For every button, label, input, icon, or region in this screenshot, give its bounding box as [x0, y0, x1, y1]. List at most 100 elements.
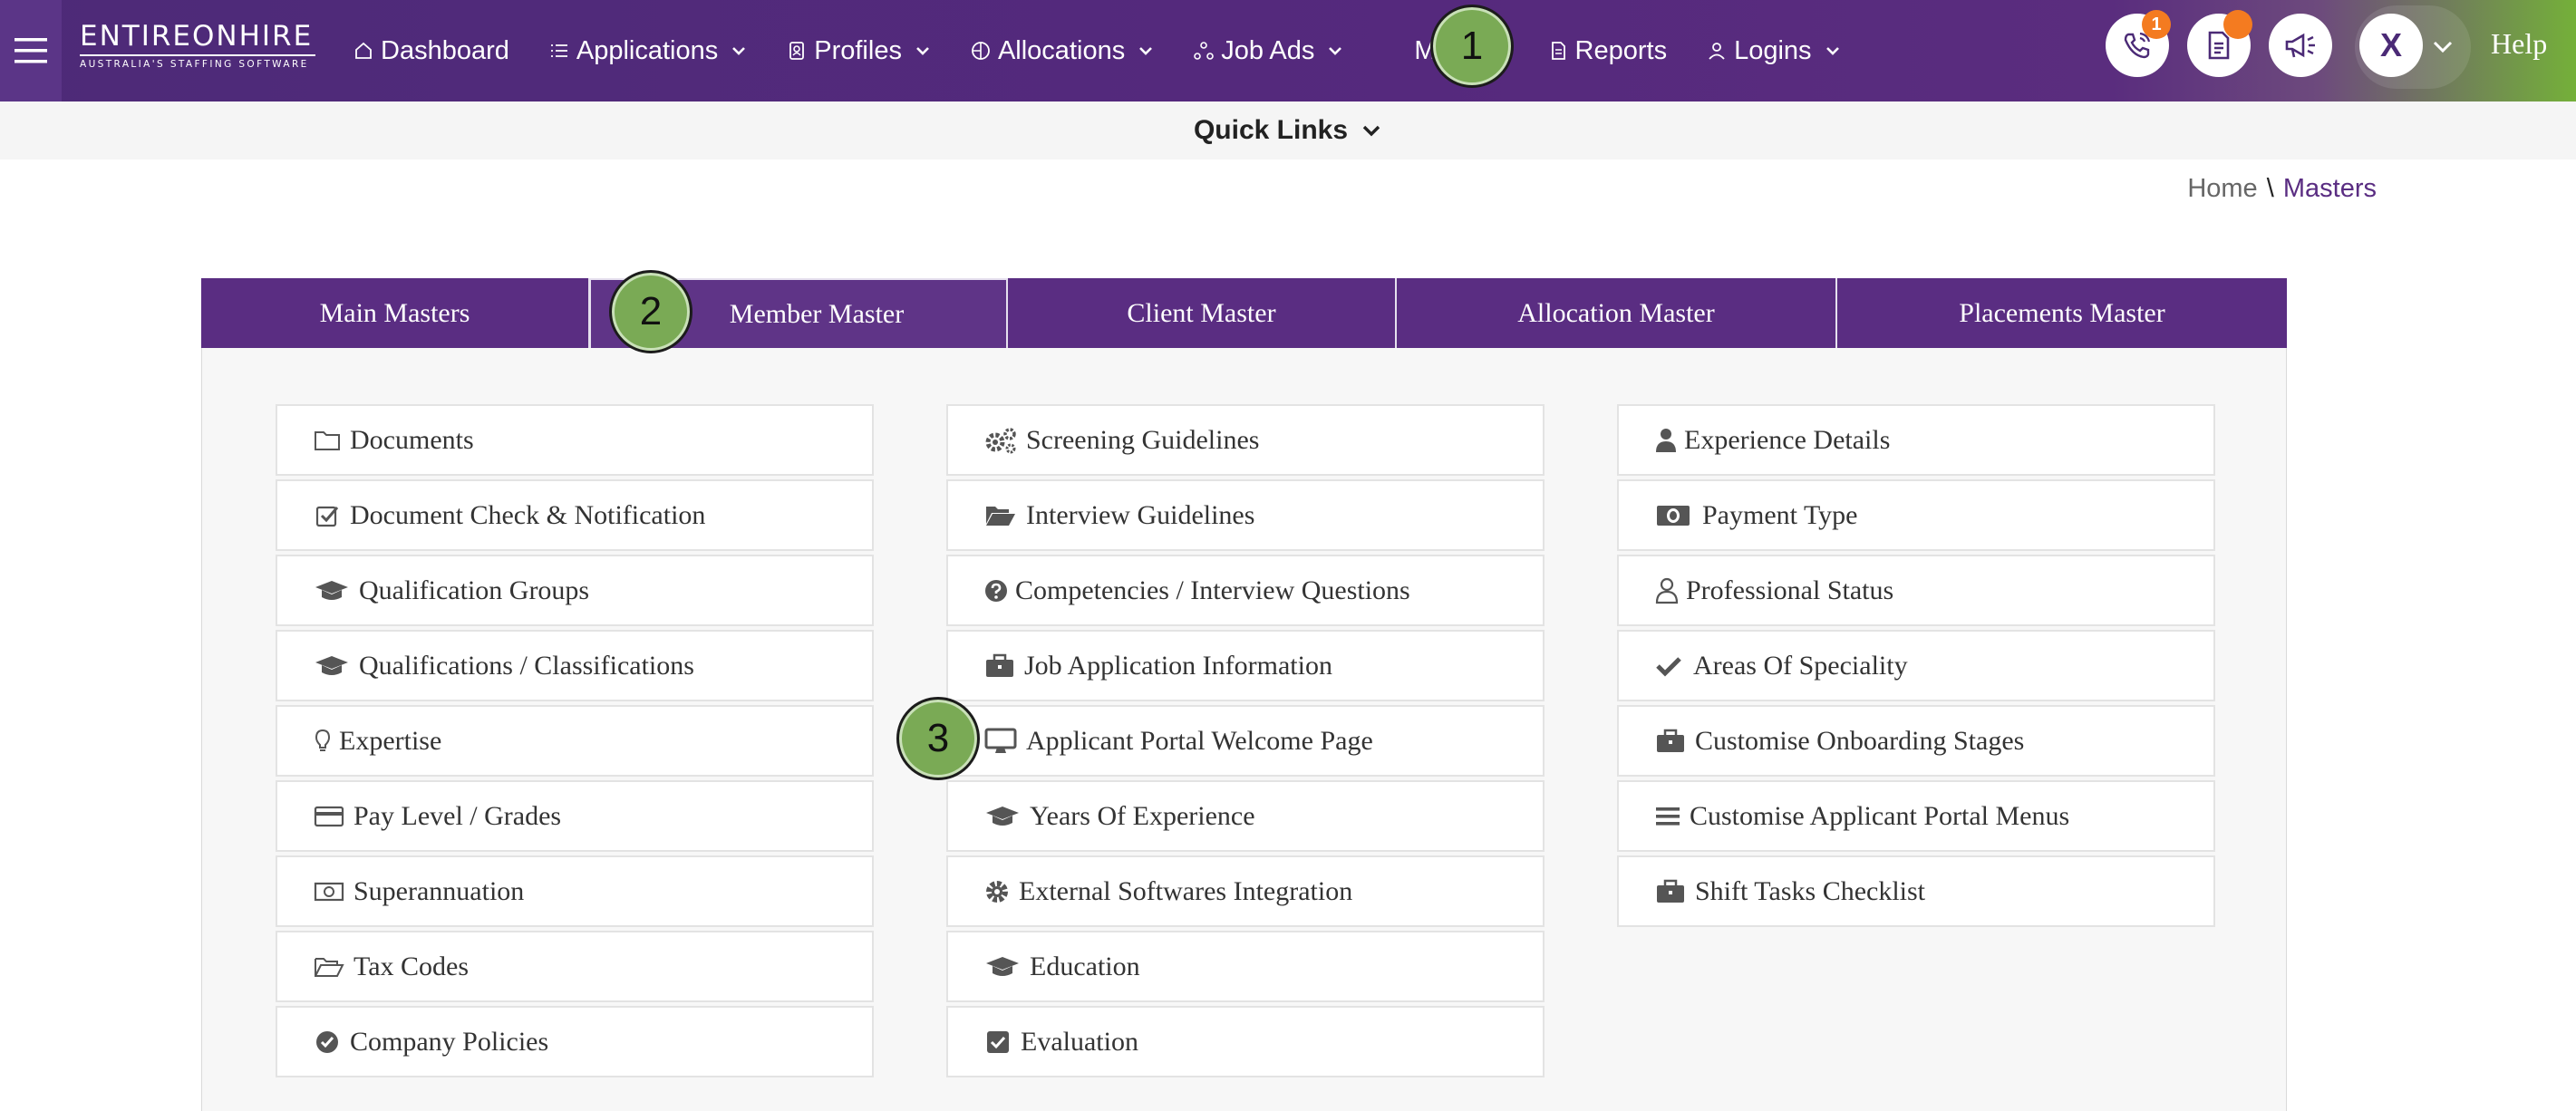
item-label: Education — [1030, 951, 1140, 981]
list-item-areas-of-speciality[interactable]: Areas Of Speciality — [1617, 630, 2215, 701]
quick-links-label: Quick Links — [1193, 115, 1349, 145]
tab-placements-master[interactable]: Placements Master — [1837, 278, 2287, 348]
hamburger-icon — [15, 38, 47, 63]
list-item-education[interactable]: Education — [946, 931, 1545, 1002]
gear-icon — [984, 878, 1010, 905]
graduation-cap-icon — [314, 652, 350, 680]
nav-logins[interactable]: Logins — [1707, 36, 1840, 66]
list-item-job-application-info[interactable]: Job Application Information — [946, 630, 1545, 701]
nav-dashboard[interactable]: Dashboard — [353, 36, 509, 66]
nav-reports[interactable]: Reports — [1548, 36, 1667, 66]
breadcrumb-separator: \ — [2266, 174, 2274, 203]
item-label: Evaluation — [1021, 1026, 1138, 1057]
help-link[interactable]: Help — [2491, 27, 2547, 61]
list-item-onboarding-stages[interactable]: Customise Onboarding Stages — [1617, 705, 2215, 777]
chevron-down-icon — [1361, 120, 1382, 141]
briefcase-icon — [1655, 728, 1686, 755]
item-label: Superannuation — [353, 875, 525, 906]
tab-main-masters[interactable]: Main Masters — [201, 278, 590, 348]
nav-profiles[interactable]: Profiles — [787, 36, 931, 66]
credit-card-icon — [314, 803, 344, 830]
chevron-down-icon — [1825, 43, 1841, 59]
id-card-icon — [787, 41, 807, 61]
notification-dot — [2223, 10, 2252, 39]
tab-allocation-master[interactable]: Allocation Master — [1397, 278, 1837, 348]
item-label: Professional Status — [1686, 575, 1894, 605]
list-item-document-check[interactable]: Document Check & Notification — [276, 479, 874, 551]
list-item-superannuation[interactable]: Superannuation — [276, 855, 874, 927]
money-icon — [1655, 502, 1691, 529]
announcements-button[interactable] — [2269, 14, 2332, 77]
bars-icon — [1655, 803, 1680, 830]
list-item-external-softwares[interactable]: External Softwares Integration — [946, 855, 1545, 927]
nav-job-ads[interactable]: Job Ads — [1194, 36, 1343, 66]
item-label: External Softwares Integration — [1019, 875, 1353, 906]
gears-icon — [984, 427, 1017, 454]
folder-icon — [314, 427, 341, 454]
list-item-company-policies[interactable]: Company Policies — [276, 1006, 874, 1077]
list-item-payment-type[interactable]: Payment Type — [1617, 479, 2215, 551]
nav-allocations[interactable]: Allocations — [971, 36, 1154, 66]
list-item-shift-tasks-checklist[interactable]: Shift Tasks Checklist — [1617, 855, 2215, 927]
list-item-interview-guidelines[interactable]: Interview Guidelines — [946, 479, 1545, 551]
list-item-professional-status[interactable]: Professional Status — [1617, 555, 2215, 626]
list-item-experience-details[interactable]: Experience Details — [1617, 404, 2215, 476]
quick-links-toggle[interactable]: Quick Links — [1194, 115, 1382, 146]
network-icon — [1194, 41, 1215, 61]
user-outline-icon — [1655, 577, 1679, 604]
breadcrumb-home[interactable]: Home — [2187, 174, 2257, 203]
item-label: Applicant Portal Welcome Page — [1026, 725, 1373, 756]
hamburger-menu-button[interactable] — [0, 0, 62, 101]
chevron-down-icon — [731, 43, 747, 59]
list-item-years-of-experience[interactable]: Years Of Experience — [946, 780, 1545, 852]
list-item-expertise[interactable]: Expertise — [276, 705, 874, 777]
nav-allocations-label: Allocations — [997, 35, 1126, 65]
list-item-qualification-groups[interactable]: Qualification Groups — [276, 555, 874, 626]
tab-label: Member Master — [729, 298, 905, 329]
item-label: Tax Codes — [353, 951, 470, 981]
list-item-pay-level[interactable]: Pay Level / Grades — [276, 780, 874, 852]
item-label: Customise Onboarding Stages — [1695, 725, 2025, 756]
list-icon — [549, 41, 569, 61]
chevron-down-icon[interactable] — [2431, 34, 2455, 58]
phone-button[interactable]: 1 — [2106, 10, 2171, 77]
list-item-applicant-portal-menus[interactable]: Customise Applicant Portal Menus — [1617, 780, 2215, 852]
desktop-icon — [984, 728, 1017, 755]
notes-button[interactable] — [2187, 10, 2252, 77]
list-item-qualifications[interactable]: Qualifications / Classifications — [276, 630, 874, 701]
document-icon — [1548, 41, 1568, 61]
item-label: Competencies / Interview Questions — [1015, 575, 1410, 605]
logo-subtitle: AUSTRALIA'S STAFFING SOFTWARE — [80, 54, 315, 70]
list-item-screening-guidelines[interactable]: Screening Guidelines — [946, 404, 1545, 476]
item-label: Interview Guidelines — [1026, 499, 1255, 530]
item-label: Documents — [350, 424, 474, 455]
tab-label: Main Masters — [319, 297, 470, 328]
list-item-evaluation[interactable]: Evaluation — [946, 1006, 1545, 1077]
item-label: Screening Guidelines — [1026, 424, 1260, 455]
quick-links-bar: Quick Links — [0, 101, 2576, 159]
chevron-down-icon — [1138, 43, 1154, 59]
step-marker-2: 2 — [609, 270, 692, 353]
app-logo[interactable]: ENTIREONHIRE AUSTRALIA'S STAFFING SOFTWA… — [80, 20, 315, 71]
graduation-cap-icon — [984, 803, 1021, 830]
list-item-competencies[interactable]: Competencies / Interview Questions — [946, 555, 1545, 626]
home-icon — [353, 41, 373, 61]
user-icon — [1707, 41, 1727, 61]
item-label: Experience Details — [1684, 424, 1891, 455]
item-label: Job Application Information — [1024, 650, 1332, 681]
avatar[interactable]: X — [2359, 14, 2423, 77]
tab-client-master[interactable]: Client Master — [1008, 278, 1397, 348]
item-label: Company Policies — [350, 1026, 549, 1057]
master-column-1: Documents Document Check & Notification … — [276, 404, 874, 1081]
list-item-applicant-portal-welcome[interactable]: Applicant Portal Welcome Page — [946, 705, 1545, 777]
list-item-documents[interactable]: Documents — [276, 404, 874, 476]
phone-badge: 1 — [2142, 10, 2171, 39]
tab-label: Allocation Master — [1517, 297, 1715, 328]
main-menu: Dashboard Applications Profiles Allocati… — [353, 0, 1881, 101]
tab-label: Placements Master — [1959, 297, 2165, 328]
briefcase-icon — [984, 652, 1015, 680]
master-tabs: Main Masters Member Master Client Master… — [201, 278, 2287, 348]
nav-applications[interactable]: Applications — [549, 36, 747, 66]
logo-title: ENTIREONHIRE — [80, 20, 314, 53]
list-item-tax-codes[interactable]: Tax Codes — [276, 931, 874, 1002]
